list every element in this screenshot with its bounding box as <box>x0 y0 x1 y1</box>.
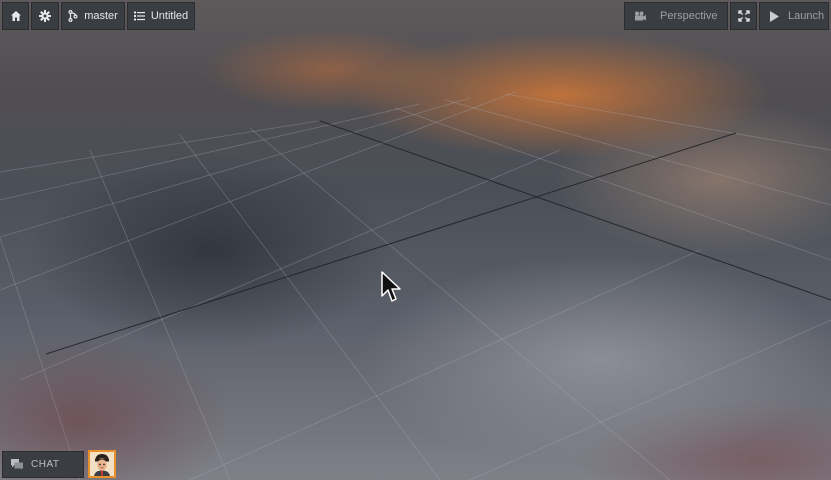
fullscreen-icon <box>737 10 750 22</box>
git-branch-icon <box>68 10 78 22</box>
scene-grid <box>0 91 831 480</box>
chat-icon <box>11 459 23 470</box>
mouse-cursor-icon <box>381 271 401 302</box>
play-icon <box>770 10 779 22</box>
camera-icon <box>635 11 646 21</box>
scene-viewport[interactable] <box>0 0 831 480</box>
launch-label: Launch <box>788 10 825 22</box>
settings-button[interactable] <box>31 2 59 30</box>
camera-perspective-button[interactable]: Perspective <box>624 2 728 30</box>
list-icon <box>133 11 145 21</box>
home-icon <box>10 11 21 21</box>
branch-button[interactable]: master <box>61 2 125 30</box>
user-avatar[interactable] <box>88 450 116 478</box>
fullscreen-button[interactable] <box>730 2 757 30</box>
scene-list-button[interactable]: Untitled <box>127 2 195 30</box>
avatar-image <box>90 452 114 476</box>
gear-icon <box>39 10 51 22</box>
scene-name-label: Untitled <box>150 10 189 22</box>
launch-button[interactable]: Launch <box>759 2 829 30</box>
camera-mode-label: Perspective <box>660 10 718 22</box>
chat-button[interactable]: CHAT <box>2 451 84 478</box>
chat-label: CHAT <box>31 459 60 470</box>
home-button[interactable] <box>2 2 29 30</box>
branch-label: master <box>84 10 118 22</box>
